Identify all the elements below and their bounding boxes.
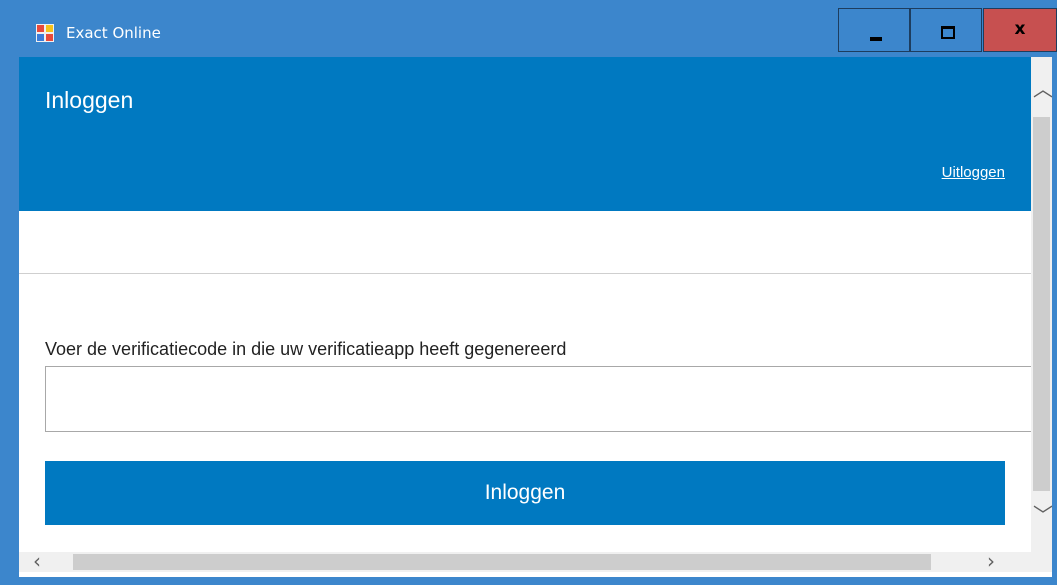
horizontal-scrollbar[interactable]: ‹ › <box>19 551 1031 572</box>
close-button[interactable]: x <box>983 8 1057 52</box>
page-header: Inloggen Uitloggen <box>19 57 1031 211</box>
scroll-right-icon[interactable]: › <box>987 551 995 571</box>
maximize-icon <box>941 26 955 39</box>
maximize-button[interactable] <box>910 8 982 52</box>
logout-link[interactable]: Uitloggen <box>942 164 1005 181</box>
title-bar[interactable]: Exact Online x <box>0 0 1057 57</box>
page-title: Inloggen <box>45 87 134 113</box>
horizontal-scroll-thumb[interactable] <box>73 554 931 570</box>
app-window: Exact Online x Inloggen Uitloggen Voer d… <box>0 0 1057 585</box>
web-content: Inloggen Uitloggen Voer de verificatieco… <box>19 57 1052 577</box>
close-icon: x <box>1014 19 1026 39</box>
divider <box>19 273 1031 274</box>
window-title: Exact Online <box>66 24 161 42</box>
vertical-scrollbar[interactable]: ︿ ﹀ <box>1031 57 1052 552</box>
scroll-up-icon[interactable]: ︿ <box>1033 79 1052 99</box>
verification-code-label: Voer de verificatiecode in die uw verifi… <box>45 339 567 359</box>
app-icon <box>36 24 54 42</box>
scrollbar-corner <box>1031 552 1052 572</box>
verification-code-input[interactable] <box>45 366 1045 432</box>
scroll-left-icon[interactable]: ‹ <box>33 551 41 571</box>
minimize-button[interactable] <box>838 8 910 52</box>
scroll-down-icon[interactable]: ﹀ <box>1033 505 1052 525</box>
minimize-icon <box>870 37 882 41</box>
vertical-scroll-thumb[interactable] <box>1033 117 1050 491</box>
login-button[interactable]: Inloggen <box>45 461 1005 525</box>
